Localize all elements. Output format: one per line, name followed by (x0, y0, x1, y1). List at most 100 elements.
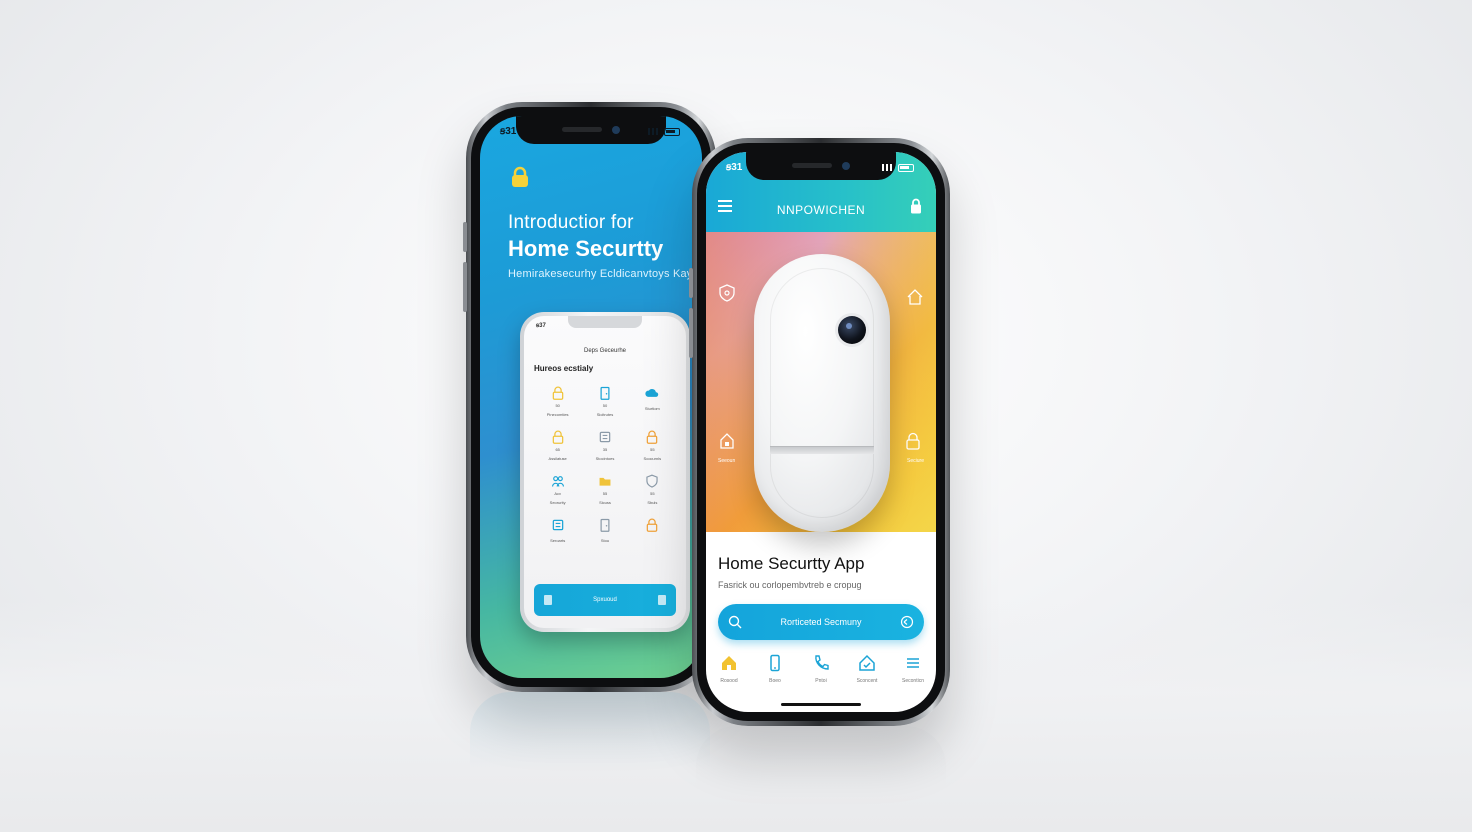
phone-right: ꞩ31 NNPOWICHEN Seeoun Seciure Home Secur… (689, 138, 950, 726)
phone-right-reflection (696, 726, 946, 816)
mini-grid-item[interactable]: Stou (581, 518, 628, 544)
mini-grid-caption: Seorurity (549, 500, 566, 505)
panel-icon (544, 595, 552, 605)
app-title: NNPOWICHEN (776, 203, 866, 217)
page-heading: Home Securtty App (718, 554, 865, 573)
intro-heading: Introductior for (508, 212, 634, 233)
mini-bottom-button[interactable]: Spxuoud (534, 584, 676, 616)
mini-grid-value: 35 (602, 447, 608, 452)
mini-grid-item[interactable]: 50 Sicitrutes (581, 386, 628, 418)
mini-grid-caption: Stou (600, 538, 610, 543)
mini-grid-caption: Stocintoes (595, 456, 615, 461)
tab-label: Seconticn (902, 678, 924, 684)
mini-grid-item[interactable]: Acv Seorurity (534, 474, 581, 506)
panel-icon (552, 519, 563, 531)
mini-grid-value: Acv (554, 491, 561, 496)
hero-image: Seeoun Seciure (706, 232, 936, 532)
lock-icon (647, 518, 658, 532)
mini-bottom-label: Spxuoud (593, 597, 617, 603)
lock-icon[interactable] (910, 198, 922, 214)
house-icon (907, 289, 923, 305)
status-time: ꞩ31 (726, 162, 743, 173)
mini-grid-caption: Sbuls (647, 500, 658, 505)
battery-icon (664, 127, 680, 136)
status-bar: ꞩ31 (726, 162, 914, 173)
shield-icon (646, 474, 658, 488)
mini-feature-grid: 50 Pinecomties 50 Sicitrutes Sturtiom 65 Assil… (534, 386, 676, 544)
tab-call[interactable]: Pntoi (801, 654, 841, 684)
mini-grid-value: 50 (555, 403, 560, 408)
phone-right-screen: ꞩ31 NNPOWICHEN Seeoun Seciure Home Secur… (706, 152, 936, 712)
cloud-icon (645, 389, 659, 397)
signal-icon (648, 128, 660, 135)
mini-grid-value: 50 (602, 403, 608, 408)
lock-icon (647, 430, 658, 444)
mini-grid-caption: Pinecomties (546, 412, 569, 417)
security-sensor-device (754, 254, 890, 532)
refresh-icon (900, 615, 914, 629)
mini-grid-value: 55 (602, 491, 608, 496)
mini-grid-item[interactable]: Seroarts (534, 518, 581, 544)
mini-grid-item[interactable] (629, 518, 676, 544)
phone-icon (770, 654, 780, 672)
phone-left: ꞩ31 Introductior for Home Securtty Hemir… (463, 102, 716, 692)
volume-button (689, 308, 693, 358)
mini-grid-item[interactable]: 55 Sbuls (629, 474, 676, 506)
mini-grid-value: 65 (555, 447, 560, 452)
page-subtitle: Hemirakesecurhy Ecldicanvtoys Kay (508, 268, 693, 280)
mini-heading: Hureos ecstialy (534, 364, 594, 373)
page-title: Home Securtty (508, 236, 664, 261)
mini-status-time: ꞩ37 (536, 323, 546, 329)
call-icon (815, 655, 829, 670)
tab-phone[interactable]: Boeo (755, 654, 795, 684)
home-icon (722, 656, 736, 670)
hero-left-caption: Seeoun (718, 458, 736, 464)
mini-grid-item[interactable]: 65 Assilatuse (534, 430, 581, 462)
mini-grid-caption: Sicitrutes (596, 412, 614, 417)
menu-lines-icon (907, 658, 919, 668)
mini-grid-item[interactable]: 50 Pinecomties (534, 386, 581, 418)
phone-left-reflection (470, 692, 710, 802)
mini-phone-preview: ꞩ37 Deps Geceurhe Hureos ecstialy 50 Pine… (520, 312, 690, 632)
mini-grid-item[interactable]: 55 Scocurnls (629, 430, 676, 462)
mini-grid-caption: Seroarts (550, 538, 566, 543)
battery-icon (898, 163, 914, 172)
volume-button (463, 262, 467, 312)
status-time: ꞩ31 (500, 126, 517, 137)
house-check-icon (859, 654, 875, 671)
tab-house-check[interactable]: Sconcent (847, 654, 887, 684)
tab-label: Sconcent (856, 678, 878, 684)
tab-menu-lines[interactable]: Seconticn (893, 654, 933, 684)
tab-label: Pntoi (815, 678, 827, 684)
mini-top-title: Deps Geceurhe (583, 348, 627, 354)
mini-grid-caption: Assilatuse (548, 456, 567, 461)
mini-grid-value: 55 (650, 447, 655, 452)
mini-grid-caption: Sicuss (599, 500, 611, 505)
home-indicator (781, 703, 861, 706)
lock-icon (552, 386, 563, 400)
mini-grid-item[interactable]: Sturtiom (629, 386, 676, 418)
signal-icon (882, 164, 894, 171)
camera-lens-icon (838, 316, 866, 344)
door-icon (600, 518, 610, 532)
tab-home[interactable]: Rosood (709, 654, 749, 684)
mini-grid-value: 55 (650, 491, 655, 496)
hero-right-caption: Seciure (907, 458, 924, 464)
bottom-tab-bar: Rosood Boeo Pntoi Sconcent Seconticn (706, 648, 936, 702)
door-lock-icon (720, 433, 734, 449)
page-subheading: Fasrick ou corlopembvtreb e cropug (718, 580, 862, 590)
door-icon (600, 386, 610, 400)
lock-icon (658, 595, 666, 605)
panel-icon (599, 431, 611, 443)
search-icon (728, 615, 742, 629)
shield-icon (719, 284, 735, 302)
mini-grid-item[interactable]: 35 Stocintoes (581, 430, 628, 462)
volume-button (689, 268, 693, 298)
mini-grid-caption: Sturtiom (644, 406, 660, 411)
lock-icon (512, 166, 528, 187)
lock-icon (906, 432, 920, 450)
volume-button (463, 222, 467, 252)
search-security-button[interactable]: Rorticeted Secmuny (718, 604, 924, 640)
lock-icon (552, 430, 563, 444)
mini-grid-item[interactable]: 55 Sicuss (581, 474, 628, 506)
